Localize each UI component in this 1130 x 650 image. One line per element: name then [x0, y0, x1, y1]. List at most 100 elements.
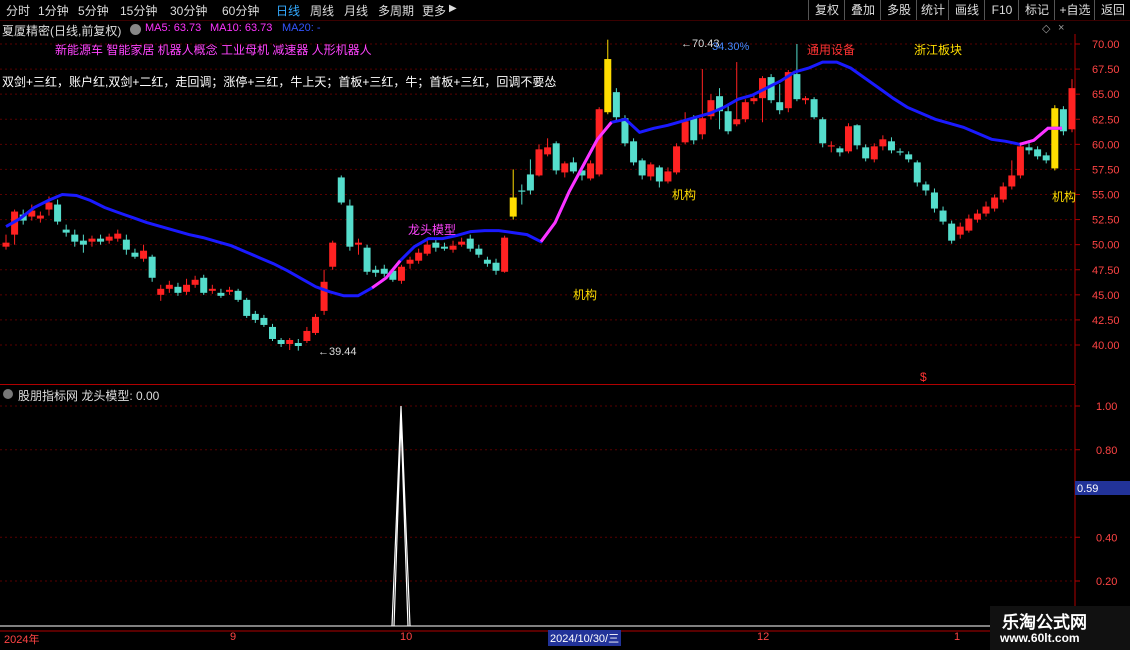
institution-label: 机构 — [573, 288, 598, 302]
candle-body — [1051, 108, 1059, 169]
overlay-button[interactable]: 叠加 — [844, 0, 881, 20]
candle-body — [88, 238, 96, 242]
candle-body — [148, 256, 156, 278]
candle-body — [217, 292, 225, 296]
candle-body — [844, 126, 852, 152]
candle-body — [750, 98, 758, 102]
candlestick-chart[interactable]: 70.00 67.50 65.00 62.50 60.00 57.50 55.00 52.50… — [0, 34, 1130, 384]
period-tab-1min[interactable]: 1分钟 — [38, 2, 69, 19]
close-icon[interactable]: × — [1058, 22, 1064, 34]
candle-body — [62, 229, 70, 233]
candle-body — [948, 223, 956, 241]
candle-body — [277, 339, 285, 344]
candle-body — [449, 245, 457, 250]
candle-body — [896, 151, 904, 153]
candle-body — [157, 288, 165, 295]
period-tab-fenshi[interactable]: 分时 — [6, 2, 30, 19]
sector-label: 通用设备 — [807, 43, 856, 57]
current-value: 0.59 — [1077, 483, 1098, 495]
candle-body — [406, 259, 414, 264]
candle-body — [1068, 88, 1076, 130]
candle-body — [1034, 149, 1042, 157]
period-tab-multi[interactable]: 多周期 — [378, 2, 414, 19]
mark-button[interactable]: 标记 — [1018, 0, 1055, 20]
dollar-mark-icon: $ — [920, 370, 927, 384]
add-watchlist-button[interactable]: +自选 — [1054, 0, 1095, 20]
time-label-oct: 10 — [400, 631, 413, 643]
price-tick-label: 67.50 — [1092, 64, 1120, 76]
candle-body — [363, 247, 371, 272]
candle-body — [991, 197, 999, 209]
candle-body — [1016, 146, 1024, 176]
period-tab-15min[interactable]: 15分钟 — [120, 2, 157, 19]
candle-body — [79, 240, 87, 245]
period-tab-5min[interactable]: 5分钟 — [78, 2, 109, 19]
candle-body — [1008, 175, 1016, 187]
stats-button[interactable]: 统计 — [916, 0, 949, 20]
more-chevron-icon[interactable]: ▶ — [449, 3, 457, 14]
candle-body — [311, 316, 319, 333]
candle-body — [638, 160, 646, 176]
indicator-tick-label: 0.40 — [1096, 532, 1117, 544]
price-tick-label: 47.50 — [1092, 265, 1120, 277]
candle-body — [999, 186, 1007, 200]
gain-percent: 34.30% — [712, 41, 750, 53]
candle-body — [243, 299, 251, 316]
period-tab-weekly[interactable]: 周线 — [310, 2, 334, 19]
candle-body — [819, 119, 827, 144]
candle-body — [741, 102, 749, 120]
candle-body — [509, 197, 517, 217]
period-tab-daily[interactable]: 日线 — [276, 2, 300, 19]
candle-body — [552, 143, 560, 171]
candle-body — [673, 146, 681, 173]
indicator-spike — [391, 405, 411, 627]
candle-body — [939, 210, 947, 222]
time-axis[interactable] — [0, 630, 1075, 650]
period-tab-more[interactable]: 更多 — [422, 2, 446, 19]
multi-stock-button[interactable]: 多股 — [880, 0, 917, 20]
draw-line-button[interactable]: 画线 — [948, 0, 985, 20]
price-tick-label: 65.00 — [1092, 89, 1120, 101]
candle-body — [97, 238, 105, 242]
period-tab-30min[interactable]: 30分钟 — [170, 2, 207, 19]
candle-body — [982, 206, 990, 214]
indicator-chart[interactable]: 1.00 0.80 0.40 0.20 0.59 — [0, 385, 1130, 630]
period-tab-60min[interactable]: 60分钟 — [222, 2, 259, 19]
candle-body — [655, 167, 663, 182]
price-tick-label: 55.00 — [1092, 190, 1120, 202]
period-tab-monthly[interactable]: 月线 — [344, 2, 368, 19]
candle-body — [681, 121, 689, 143]
candle-body — [226, 289, 234, 292]
candle-body — [664, 171, 672, 182]
candle-body — [853, 125, 861, 146]
candle-body — [337, 177, 345, 203]
candle-body — [475, 248, 483, 255]
candle-body — [45, 202, 53, 210]
candle-body — [372, 269, 380, 273]
candle-body — [380, 268, 388, 274]
candle-body — [905, 154, 913, 160]
fuquan-button[interactable]: 复权 — [808, 0, 845, 20]
candle-body — [922, 184, 930, 191]
time-label-sep: 9 — [230, 631, 237, 643]
institution-label: 机构 — [1052, 190, 1077, 204]
price-tick-label: 45.00 — [1092, 290, 1120, 302]
candle-body — [174, 286, 182, 293]
price-tick-label: 57.50 — [1092, 164, 1120, 176]
candle-body — [1042, 155, 1050, 161]
watermark-url: www.60lt.com — [1000, 631, 1080, 645]
candle-body — [105, 236, 113, 241]
candle-body — [234, 290, 242, 300]
candle-body — [36, 215, 44, 219]
candle-body — [870, 146, 878, 160]
candle-body — [776, 102, 784, 111]
candle-body — [303, 330, 311, 341]
candle-body — [2, 242, 10, 247]
candle-body — [466, 238, 474, 249]
candle-body — [767, 77, 775, 101]
candle-body — [354, 242, 362, 245]
f10-button[interactable]: F10 — [984, 0, 1019, 20]
back-button[interactable]: 返回 — [1094, 0, 1130, 20]
time-label-year: 2024年 — [4, 634, 40, 646]
candle-body — [432, 242, 440, 248]
